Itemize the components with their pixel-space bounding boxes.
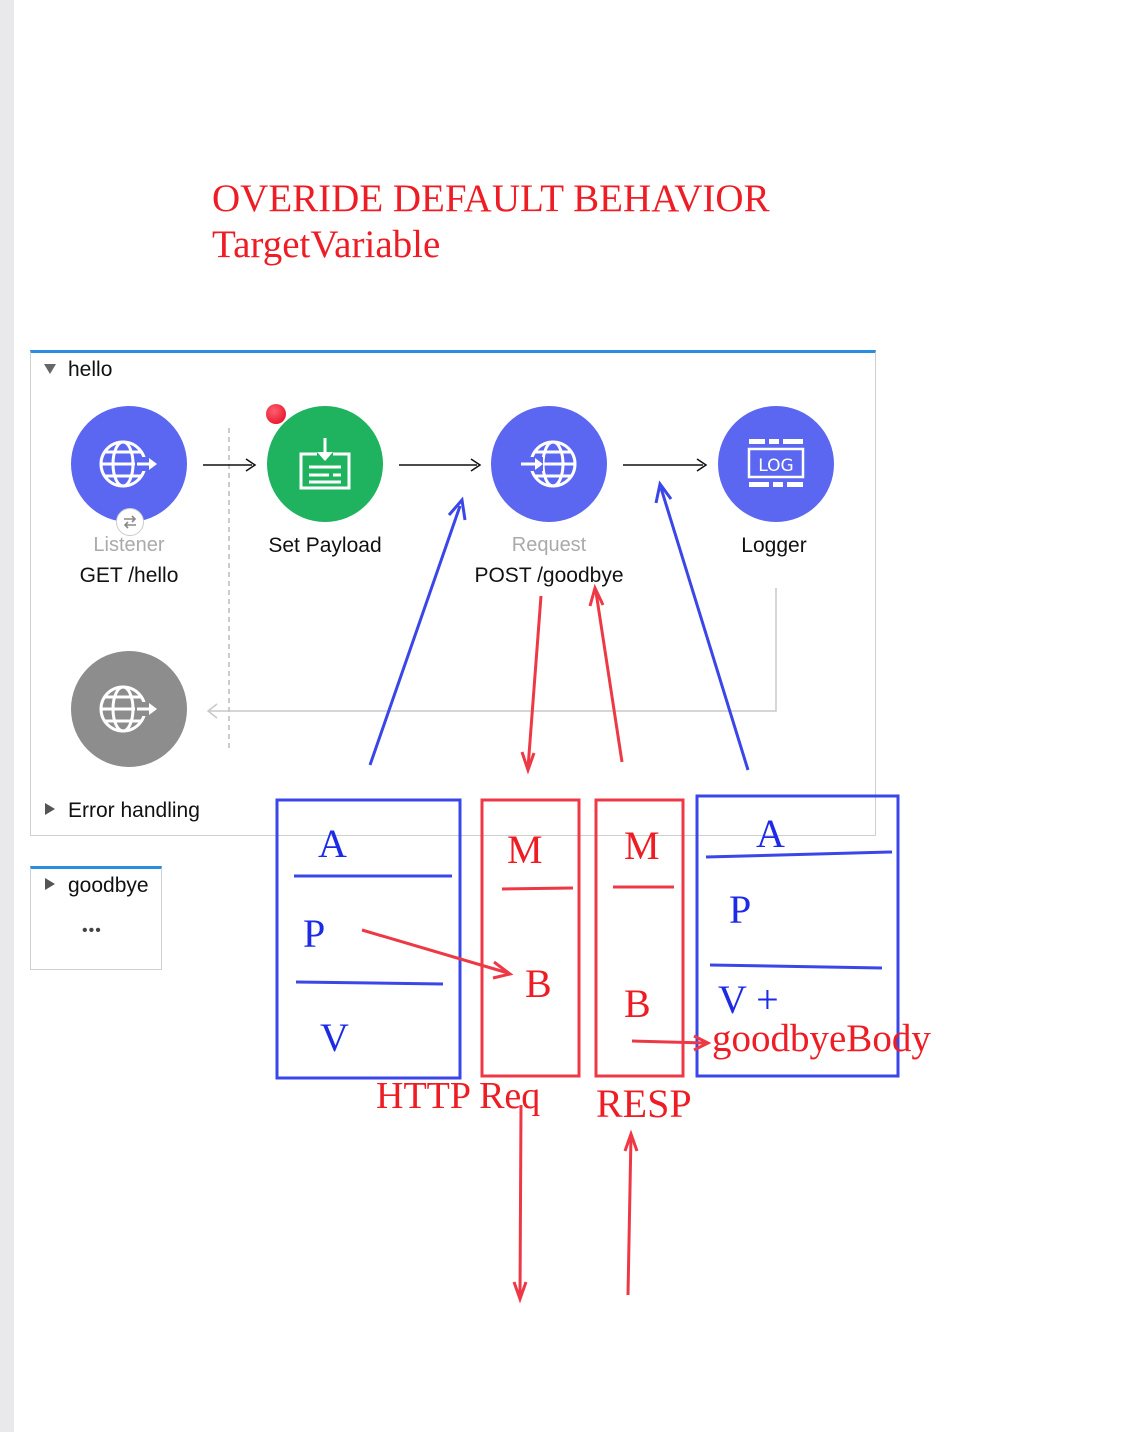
target-variable-label: goodbyeBody	[712, 1017, 931, 1060]
box3-body-letter: B	[624, 981, 651, 1026]
resp-label: RESP	[596, 1081, 692, 1126]
annotation-strokes	[275, 480, 900, 1304]
box3-method-letter: M	[624, 823, 660, 868]
box2-method-letter: M	[507, 827, 543, 872]
box1-attributes-letter: A	[318, 821, 347, 866]
box1-payload-letter: P	[303, 911, 326, 956]
box1-variables-letter: V	[320, 1015, 349, 1060]
box4-attributes-letter: A	[756, 811, 785, 856]
box4-payload-letter: P	[729, 887, 752, 932]
box2-body-letter: B	[525, 961, 552, 1006]
http-req-label: HTTP Req	[376, 1075, 541, 1117]
